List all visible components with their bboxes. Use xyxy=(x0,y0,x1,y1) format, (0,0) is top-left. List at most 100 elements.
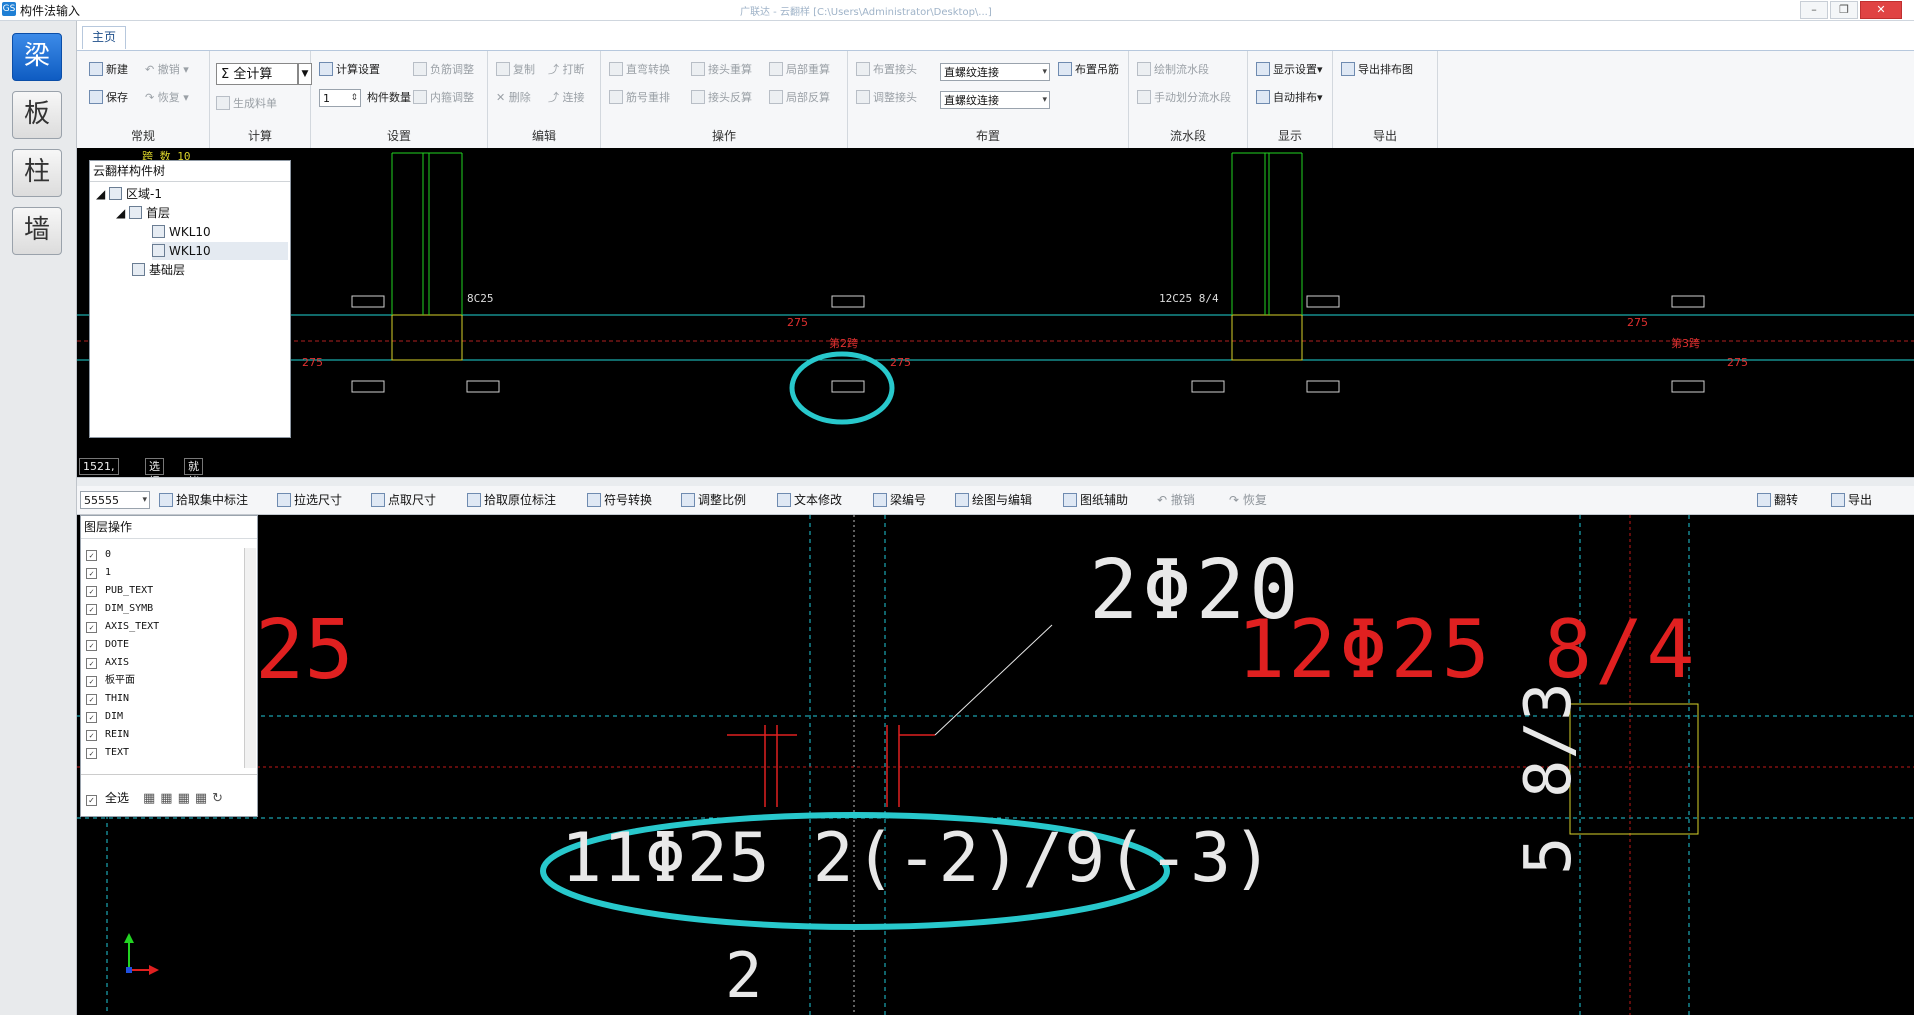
cad-undo-button[interactable]: ↶ 撤销 xyxy=(1157,491,1195,509)
new-icon xyxy=(89,62,103,76)
joint-type-select-2[interactable]: 直螺纹连接 ▾ xyxy=(940,91,1050,109)
connect-button[interactable]: ⤴ 连接 xyxy=(548,89,585,107)
checkbox-icon[interactable]: ✓ xyxy=(86,658,97,669)
sidebar-item-slab[interactable]: 板 xyxy=(12,91,62,139)
tree-node-foundation[interactable]: 基础层 xyxy=(132,261,185,279)
text-modify-button[interactable]: 文本修改 xyxy=(777,491,842,509)
cad-redo-button[interactable]: ↷ 恢复 xyxy=(1229,491,1267,509)
close-button[interactable]: ✕ xyxy=(1860,1,1902,19)
negative-bar-adjust-button[interactable]: 负筋调整 xyxy=(413,61,474,79)
layer-item[interactable]: ✓ PUB_TEXT xyxy=(86,582,153,599)
sidebar-item-column[interactable]: 柱 xyxy=(12,149,62,197)
sidebar-item-wall[interactable]: 墙 xyxy=(12,207,62,255)
checkbox-icon[interactable]: ✓ xyxy=(86,550,97,561)
layer-item[interactable]: ✓ AXIS xyxy=(86,654,129,671)
restore-button[interactable]: ❐ xyxy=(1830,1,1858,19)
straight-bend-button[interactable]: 直弯转换 xyxy=(609,61,670,79)
beam-number-button[interactable]: 梁编号 xyxy=(873,491,926,509)
redo-button[interactable]: ↷ 恢复 ▾ xyxy=(145,89,189,107)
break-button[interactable]: ⤴ 打断 xyxy=(548,61,585,79)
inner-stirrup-adjust-button[interactable]: 内箍调整 xyxy=(413,89,474,107)
checkbox-icon[interactable]: ✓ xyxy=(86,712,97,723)
layer-item[interactable]: ✓ DOTE xyxy=(86,636,129,653)
layer-item[interactable]: ✓ 板平面 xyxy=(86,672,135,689)
save-button[interactable]: 保存 xyxy=(89,89,128,107)
layer-item[interactable]: ✓ AXIS_TEXT xyxy=(86,618,159,635)
point-dimension-button[interactable]: 点取尺寸 xyxy=(371,491,436,509)
adjust-joint-button[interactable]: 调整接头 xyxy=(856,89,917,107)
minimize-button[interactable]: – xyxy=(1800,1,1828,19)
negative-bar-adjust-label: 负筋调整 xyxy=(430,63,474,76)
checkbox-icon[interactable]: ✓ xyxy=(86,676,97,687)
place-hanger-button[interactable]: 布置吊筋 xyxy=(1058,61,1119,79)
pick-original-button[interactable]: 拾取原位标注 xyxy=(467,491,556,509)
drawing-aid-button[interactable]: 图纸辅助 xyxy=(1063,491,1128,509)
bar-rearrange-button[interactable]: 筋号重排 xyxy=(609,89,670,107)
break-label: 打断 xyxy=(562,63,585,76)
joint-reverse-button[interactable]: 接头反算 xyxy=(691,89,752,107)
undo-button[interactable]: ↶ 撤销 ▾ xyxy=(145,61,189,79)
local-recalc-button[interactable]: 局部重算 xyxy=(769,61,830,79)
tree-node-region[interactable]: ◢ 区域-1 xyxy=(96,185,162,203)
layer-item[interactable]: ✓ DIM xyxy=(86,708,123,725)
checkbox-icon[interactable]: ✓ xyxy=(86,586,97,597)
beam-icon xyxy=(152,244,165,257)
aid-icon xyxy=(1063,493,1077,507)
layer-item[interactable]: ✓ TEXT xyxy=(86,744,129,761)
layer-item[interactable]: ✓ REIN xyxy=(86,726,129,743)
component-count-value: 1 xyxy=(323,92,330,105)
calc-settings-button[interactable]: 计算设置 xyxy=(319,61,380,79)
checkbox-icon[interactable]: ✓ xyxy=(86,795,97,806)
export-layout-button[interactable]: 导出排布图 xyxy=(1341,61,1413,79)
checkbox-icon[interactable]: ✓ xyxy=(86,694,97,705)
joint-type-select-1[interactable]: 直螺纹连接 ▾ xyxy=(940,63,1050,81)
layer-scrollbar[interactable] xyxy=(244,548,256,768)
pick-centralized-button[interactable]: 拾取集中标注 xyxy=(159,491,248,509)
calc-all-button[interactable]: Σ 全计算 xyxy=(216,63,298,85)
local-reverse-button[interactable]: 局部反算 xyxy=(769,89,830,107)
symbol-convert-button[interactable]: 符号转换 xyxy=(587,491,652,509)
cad-drawing-canvas[interactable]: 2Φ20 12Φ25 8/4 25 11Φ25 2(-2)/9(-3) 5 8/… xyxy=(77,515,1914,1015)
layer-action-icons[interactable]: ▦▦▦▦↻ xyxy=(143,791,228,806)
tree-node-first-floor[interactable]: ◢ 首层 xyxy=(116,204,170,222)
new-button[interactable]: 新建 xyxy=(89,61,128,79)
layer-item[interactable]: ✓ 0 xyxy=(86,546,111,563)
generate-list-button[interactable]: 生成料单 xyxy=(216,95,277,113)
manual-flow-button[interactable]: 手动划分流水段 xyxy=(1137,89,1231,107)
scale-select[interactable]: 55555 ▾ xyxy=(80,491,150,509)
checkbox-icon[interactable]: ✓ xyxy=(86,640,97,651)
sidebar-item-beam[interactable]: 梁 xyxy=(12,33,62,81)
checkbox-icon[interactable]: ✓ xyxy=(86,568,97,579)
layer-item[interactable]: ✓ THIN xyxy=(86,690,129,707)
group-routine: 新建 保存 ↶ 撤销 ▾ ↷ 恢复 ▾ 常规 xyxy=(77,51,210,148)
checkbox-icon[interactable]: ✓ xyxy=(86,622,97,633)
flip-button[interactable]: 翻转 xyxy=(1757,491,1798,509)
checkbox-icon[interactable]: ✓ xyxy=(86,604,97,615)
layer-item[interactable]: ✓ DIM_SYMB xyxy=(86,600,153,617)
place-joint-button[interactable]: 布置接头 xyxy=(856,61,917,79)
copy-button[interactable]: 复制 xyxy=(496,61,535,79)
draw-flow-button[interactable]: 绘制流水段 xyxy=(1137,61,1209,79)
delete-button[interactable]: ✕ 删除 xyxy=(496,89,531,107)
box-dimension-button[interactable]: 拉选尺寸 xyxy=(277,491,342,509)
rebar-ticks xyxy=(727,725,935,807)
tab-home[interactable]: 主页 xyxy=(82,26,126,49)
calc-dropdown[interactable]: ▼ xyxy=(298,63,312,85)
select-all-toggle[interactable]: ✓ 全选 xyxy=(86,790,129,807)
cad-export-label: 导出 xyxy=(1848,493,1873,507)
draw-edit-button[interactable]: 绘图与编辑 xyxy=(955,491,1032,509)
tree-node-beam-selected[interactable]: WKL10 xyxy=(152,242,288,260)
checkbox-icon[interactable]: ✓ xyxy=(86,748,97,759)
auto-layout-button[interactable]: 自动排布▾ xyxy=(1256,89,1323,107)
beam-layout-canvas[interactable]: 跨 数 10 8C25 12C25 8/4 275 275 275 275 27… xyxy=(77,148,1914,477)
beam-layout-drawing xyxy=(77,152,1914,425)
joint-recalc-button[interactable]: 接头重算 xyxy=(691,61,752,79)
adjust-scale-button[interactable]: 调整比例 xyxy=(681,491,746,509)
checkbox-icon[interactable]: ✓ xyxy=(86,730,97,741)
component-count-input[interactable]: 1 ⇕ xyxy=(319,89,361,107)
cad-export-button[interactable]: 导出 xyxy=(1831,491,1872,509)
display-settings-button[interactable]: 显示设置▾ xyxy=(1256,61,1323,79)
ucs-icon xyxy=(124,933,159,975)
tree-node-beam[interactable]: WKL10 xyxy=(152,223,211,241)
layer-item[interactable]: ✓ 1 xyxy=(86,564,111,581)
